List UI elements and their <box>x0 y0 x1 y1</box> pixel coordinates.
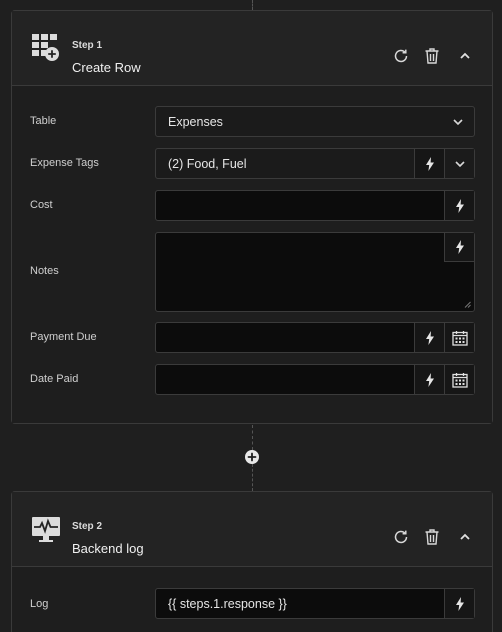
refresh-button[interactable] <box>391 46 411 66</box>
notes-value <box>156 233 474 241</box>
step-body-1: Table Expenses Expense Tags (2) Food, Fu… <box>12 86 492 423</box>
step-header-2[interactable]: Step 2 Backend log <box>12 492 492 567</box>
date-paid-variable-button[interactable] <box>414 365 444 394</box>
collapse-button[interactable] <box>455 527 475 547</box>
connector-line-top <box>252 0 253 10</box>
payment-due-input[interactable] <box>155 322 475 353</box>
chevron-down-icon <box>454 160 465 167</box>
cost-variable-button[interactable] <box>444 191 474 220</box>
payment-due-calendar-button[interactable] <box>444 323 474 352</box>
expense-tags-value: (2) Food, Fuel <box>168 156 247 171</box>
date-paid-label: Date Paid <box>30 373 79 385</box>
delete-button[interactable] <box>422 46 442 66</box>
expense-tags-dropdown-button[interactable] <box>444 149 474 178</box>
table-select-value: Expenses <box>168 114 223 129</box>
bolt-icon <box>425 372 434 387</box>
step-title: Create Row <box>72 60 141 75</box>
step-header-1[interactable]: Step 1 Create Row <box>12 11 492 86</box>
chevron-up-icon <box>460 533 470 540</box>
notes-variable-button[interactable] <box>444 233 474 262</box>
chevron-up-icon <box>460 52 470 59</box>
log-input[interactable]: {{ steps.1.response }} <box>155 588 475 619</box>
date-paid-input[interactable] <box>155 364 475 395</box>
log-label: Log <box>30 598 49 610</box>
workflow-canvas: Step 1 Create Row Table Expenses Expense… <box>0 0 502 632</box>
connector-line-mid-upper <box>252 425 253 450</box>
bolt-icon <box>455 240 464 254</box>
trash-icon <box>425 529 439 545</box>
step-card-2: Step 2 Backend log Log {{steps.1.respon… <box>11 491 493 632</box>
expense-tags-label: Expense Tags <box>30 157 99 169</box>
step-title: Backend log <box>72 541 144 556</box>
step-card-1: Step 1 Create Row Table Expenses Expense… <box>11 10 493 424</box>
notes-label: Notes <box>30 265 59 277</box>
step-number: Step 2 <box>72 521 103 532</box>
calendar-icon <box>451 330 468 346</box>
trash-icon <box>425 48 439 64</box>
table-add-icon <box>32 34 59 61</box>
connector-line-mid-lower <box>252 464 253 491</box>
delete-button[interactable] <box>422 527 442 547</box>
expense-tags-variable-button[interactable] <box>414 149 444 178</box>
payment-due-variable-button[interactable] <box>414 323 444 352</box>
date-paid-calendar-button[interactable] <box>444 365 474 394</box>
table-label: Table <box>30 115 57 127</box>
plus-icon <box>247 452 257 462</box>
refresh-button[interactable] <box>391 527 411 547</box>
bolt-icon <box>455 198 464 213</box>
cost-label: Cost <box>30 199 53 211</box>
refresh-icon <box>394 49 408 63</box>
step-number: Step 1 <box>72 40 103 51</box>
step-body-2: Log {{ steps.1.response }} <box>12 567 492 632</box>
add-step-button[interactable] <box>245 450 259 464</box>
expense-tags-select[interactable]: (2) Food, Fuel <box>155 148 475 179</box>
refresh-icon <box>394 530 408 544</box>
payment-due-label: Payment Due <box>30 331 97 343</box>
monitor-activity-icon <box>32 517 60 542</box>
log-variable-button[interactable] <box>444 589 474 618</box>
collapse-button[interactable] <box>455 46 475 66</box>
table-select[interactable]: Expenses <box>155 106 475 137</box>
cost-input[interactable] <box>155 190 475 221</box>
log-value: {{ steps.1.response }} <box>168 596 287 611</box>
bolt-icon <box>455 596 464 611</box>
bolt-icon <box>425 330 434 345</box>
bolt-icon <box>425 156 434 171</box>
resize-handle-icon[interactable] <box>464 301 471 308</box>
notes-textarea[interactable] <box>155 232 475 312</box>
chevron-down-icon <box>453 118 463 125</box>
calendar-icon <box>451 372 468 388</box>
